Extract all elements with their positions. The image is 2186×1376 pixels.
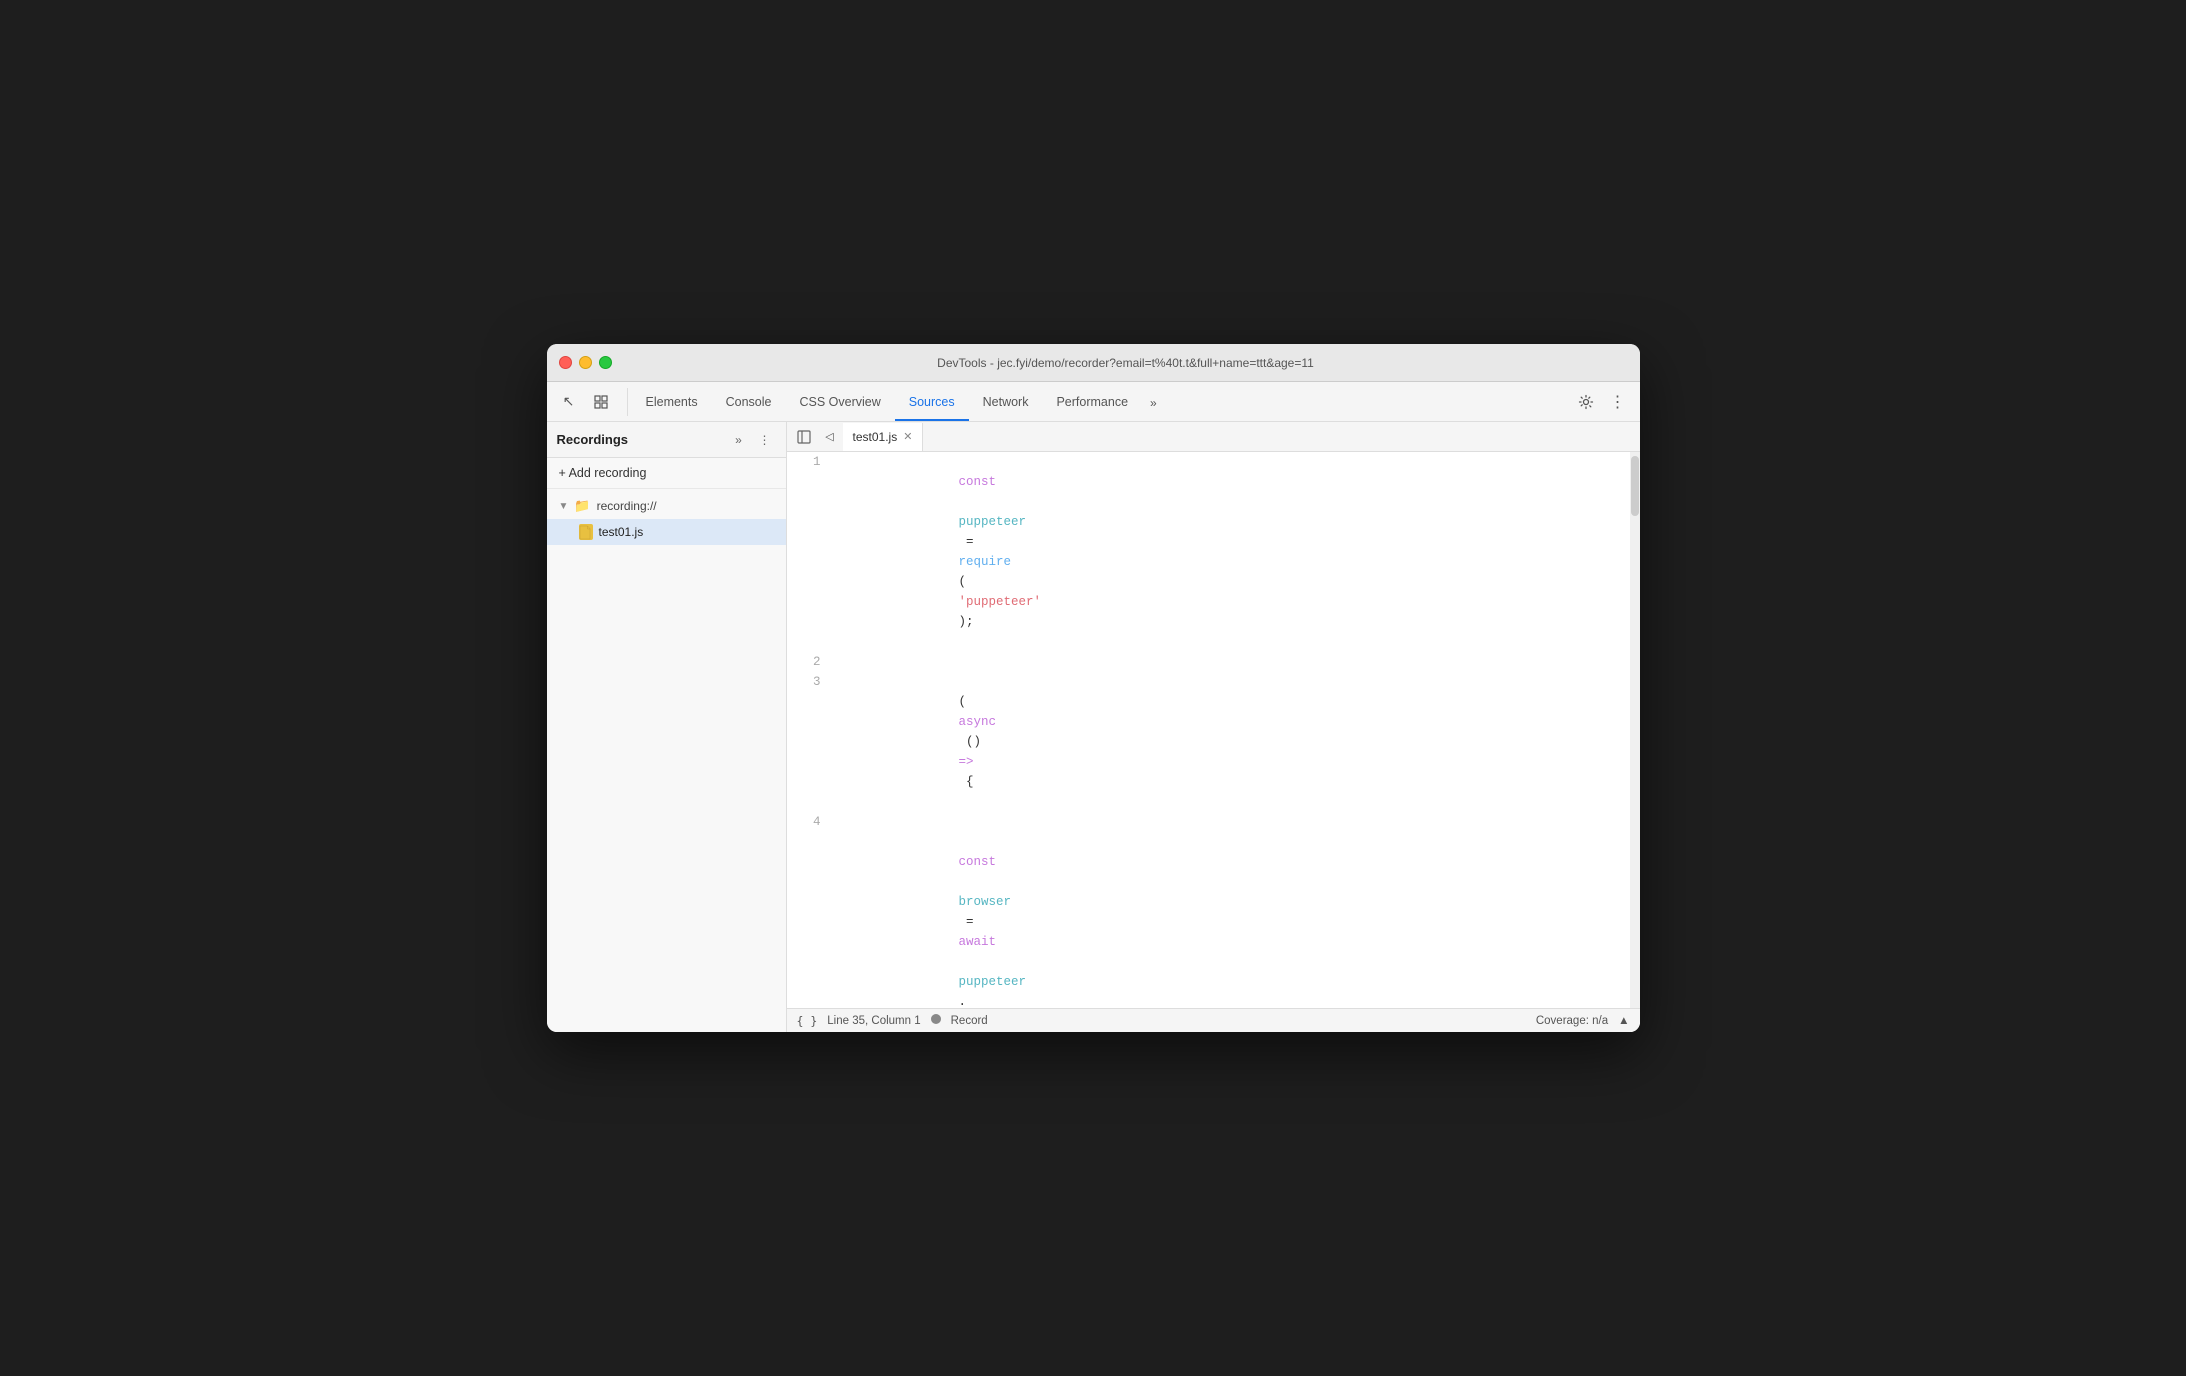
chevron-down-icon: ▼ [559,501,569,512]
sidebar-header-buttons: » ⋮ [728,429,776,451]
cursor-position: Line 35, Column 1 [827,1015,920,1027]
code-table: 1 const puppeteer = require ( 'puppeteer… [787,452,1640,1008]
tab-css-overview[interactable]: CSS Overview [785,385,894,421]
sidebar-menu-button[interactable]: ⋮ [754,429,776,451]
format-icon[interactable]: { } [797,1014,818,1028]
keyword: async [959,715,997,729]
file-name: test01.js [599,525,644,539]
sidebar-title: Recordings [557,432,728,447]
minimize-button[interactable] [579,356,592,369]
table-row: 3 ( async () => { [787,672,1640,812]
main-content: Recordings » ⋮ + Add recording ▼ 📁 recor… [547,422,1640,1032]
nav-back-icon[interactable]: ◁ [817,424,843,450]
file-icon [579,524,593,540]
sidebar-header: Recordings » ⋮ [547,422,786,458]
editor-tab-test01[interactable]: test01.js ✕ [843,423,924,451]
editor-tabs: ◁ test01.js ✕ [787,422,1640,452]
tab-elements[interactable]: Elements [632,385,712,421]
record-label[interactable]: Record [951,1015,988,1027]
scrollbar[interactable] [1630,452,1640,1008]
arrow: => [959,755,974,769]
identifier: puppeteer [959,975,1027,989]
close-button[interactable] [559,356,572,369]
line-number: 2 [787,652,831,672]
code-area[interactable]: 1 const puppeteer = require ( 'puppeteer… [787,452,1640,1008]
menu-icon[interactable]: ⋮ [1604,388,1632,416]
toolbar: ↖ Elements Console CSS Overview Sources … [547,382,1640,422]
scrollbar-thumb[interactable] [1631,456,1639,516]
string: 'puppeteer' [959,595,1042,609]
more-tabs-button[interactable]: » [1142,385,1165,421]
list-item[interactable]: test01.js [547,519,786,545]
folder-name: recording:// [597,499,657,513]
title-bar: DevTools - jec.fyi/demo/recorder?email=t… [547,344,1640,382]
record-dot-circle [931,1014,941,1024]
traffic-lights [559,356,612,369]
line-code [831,652,1640,672]
toolbar-right: ⋮ [1572,388,1632,416]
sidebar-expand-button[interactable]: » [728,429,750,451]
editor-tab-close-icon[interactable]: ✕ [903,430,912,443]
maximize-button[interactable] [599,356,612,369]
tab-console[interactable]: Console [712,385,786,421]
keyword: const [959,475,997,489]
settings-icon[interactable] [1572,388,1600,416]
cursor-icon[interactable]: ↖ [555,388,583,416]
tab-sources[interactable]: Sources [895,385,969,421]
line-code: ( async () => { [831,672,1640,812]
record-dot [931,1014,941,1027]
line-code: const puppeteer = require ( 'puppeteer' … [831,452,1640,652]
main-tabs: Elements Console CSS Overview Sources Ne… [632,382,1572,421]
line-code: const browser = await puppeteer . launch… [831,812,1640,1008]
devtools-window: DevTools - jec.fyi/demo/recorder?email=t… [547,344,1640,1032]
status-bar-right: Coverage: n/a ▲ [1536,1015,1630,1027]
line-number: 3 [787,672,831,812]
status-bar: { } Line 35, Column 1 Record Coverage: n… [787,1008,1640,1032]
line-number: 1 [787,452,831,652]
function-call: require [959,555,1012,569]
identifier: puppeteer [959,515,1027,529]
file-tree: ▼ 📁 recording:// test01.js [547,489,786,1032]
editor-tab-filename: test01.js [853,430,898,444]
table-row: 4 const browser = await puppeteer [787,812,1640,1008]
layers-icon[interactable] [587,388,615,416]
toolbar-icon-group: ↖ [555,388,628,416]
add-recording-button[interactable]: + Add recording [547,458,786,489]
identifier: browser [959,895,1012,909]
tab-performance[interactable]: Performance [1042,385,1142,421]
window-title: DevTools - jec.fyi/demo/recorder?email=t… [624,356,1628,370]
keyword: const [959,855,997,869]
sidebar: Recordings » ⋮ + Add recording ▼ 📁 recor… [547,422,787,1032]
table-row: 2 [787,652,1640,672]
toggle-sidebar-icon[interactable] [791,424,817,450]
recording-folder[interactable]: ▼ 📁 recording:// [547,493,786,519]
line-number: 4 [787,812,831,1008]
coverage-label: Coverage: n/a [1536,1015,1608,1027]
folder-icon: 📁 [574,498,590,514]
table-row: 1 const puppeteer = require ( 'puppeteer… [787,452,1640,652]
keyword: await [959,935,997,949]
tab-network[interactable]: Network [969,385,1043,421]
map-icon[interactable]: ▲ [1618,1015,1629,1027]
code-editor: ◁ test01.js ✕ 1 const [787,422,1640,1032]
